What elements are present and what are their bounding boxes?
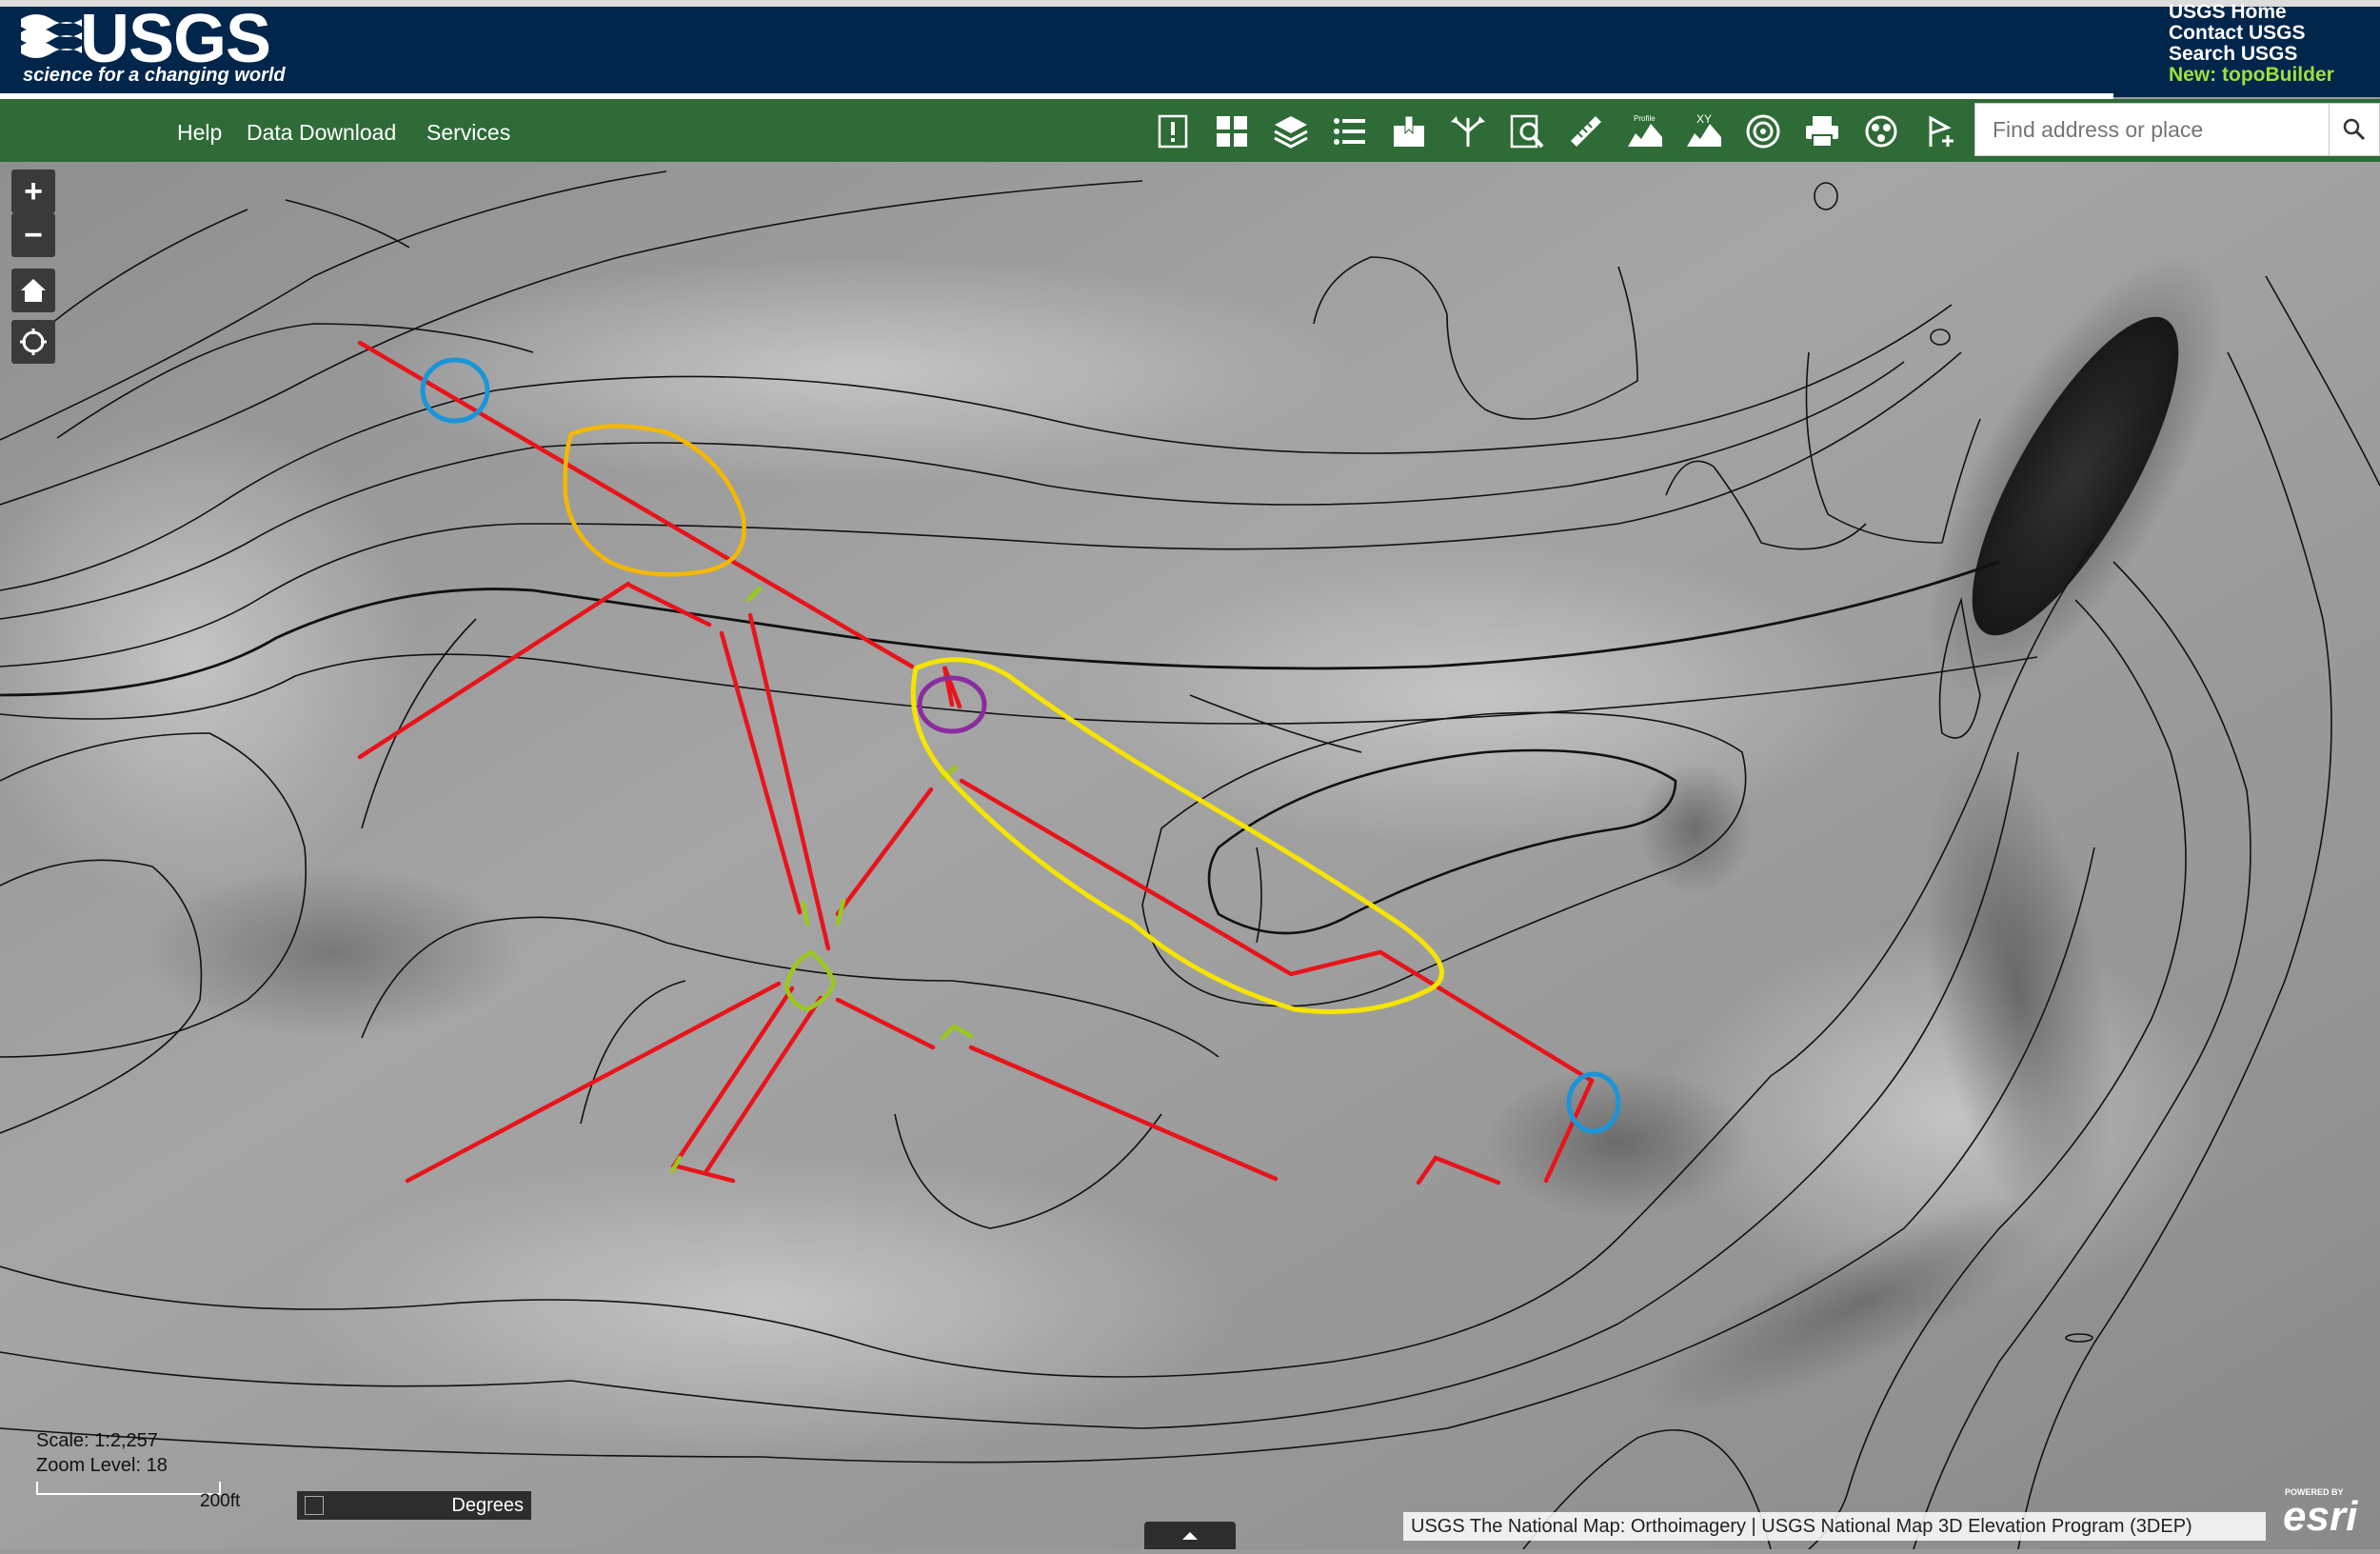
hillshade-contour-map[interactable] [0,162,2380,1550]
coordinate-units[interactable]: Degrees [451,1495,524,1517]
coordinate-pin-icon[interactable] [305,1496,324,1515]
scale-bar [36,1482,221,1495]
scale-readout: Scale: 1:2,257 Zoom Level: 18 [36,1428,168,1478]
search-usgs-link[interactable]: Search USGS [2169,44,2334,65]
zoom-in-icon: + [24,173,43,209]
usgs-home-link[interactable]: USGS Home [2169,2,2334,23]
spot-elevation-icon[interactable] [1742,110,1784,152]
usgs-header: USGS science for a changing world USGS H… [0,0,2380,99]
usgs-tagline: science for a changing world [23,65,286,86]
zoom-out-button[interactable]: − [11,213,55,257]
search-button[interactable] [2329,103,2380,156]
data-download-link[interactable]: Data Download [247,120,396,146]
alert-icon[interactable] [1152,110,1194,152]
contact-usgs-link[interactable]: Contact USGS [2169,23,2334,44]
scale-bar-label: 200ft [200,1491,241,1511]
navigate-icon[interactable] [1447,110,1489,152]
legend-icon[interactable] [1329,110,1371,152]
measure-icon[interactable] [1565,110,1607,152]
esri-wordmark: esri [2283,1493,2358,1540]
scale-label: Scale: 1:2,257 [36,1430,158,1451]
esri-logo[interactable]: POWERED BY esri [2279,1485,2374,1543]
services-link[interactable]: Services [426,120,510,146]
locate-button[interactable] [11,320,55,364]
xy-profile-icon[interactable]: XY [1683,110,1725,152]
locate-icon [20,329,47,355]
header-links: USGS Home Contact USGS Search USGS New: … [2169,2,2334,86]
search-icon [2343,118,2366,141]
usgs-wave-icon [21,14,82,58]
help-link[interactable]: Help [177,120,222,146]
expand-panel-button[interactable] [1144,1522,1236,1549]
print-icon[interactable] [1801,110,1843,152]
map-attribution: USGS The National Map: Orthoimagery | US… [1403,1512,2266,1541]
usgs-logo[interactable]: USGS science for a changing world [19,1,295,91]
coordinate-display[interactable]: Degrees [297,1491,531,1520]
topobuilder-link[interactable]: New: topoBuilder [2169,65,2334,86]
xy-icon-label: XY [1696,112,1712,126]
profile-icon[interactable]: Profile [1624,110,1666,152]
bookmark-icon[interactable] [1388,110,1430,152]
profile-icon-label: Profile [1634,114,1656,123]
chevron-up-icon [1182,1531,1198,1540]
map-view[interactable]: + − [0,162,2380,1550]
basemap-gallery-icon[interactable] [1211,110,1253,152]
search-input[interactable] [1974,103,2330,156]
zoom-out-icon: − [24,217,43,253]
find-icon[interactable] [1506,110,1548,152]
home-button[interactable] [11,269,55,312]
zoom-level-label: Zoom Level: 18 [36,1455,168,1476]
browser-top-strip [0,0,2380,7]
layers-icon[interactable] [1270,110,1312,152]
home-icon [21,279,46,302]
zoom-in-button[interactable]: + [11,169,55,213]
identify-icon[interactable] [1919,110,1961,152]
share-icon[interactable] [1860,110,1902,152]
hillshade-shadow [1485,1066,1752,1219]
